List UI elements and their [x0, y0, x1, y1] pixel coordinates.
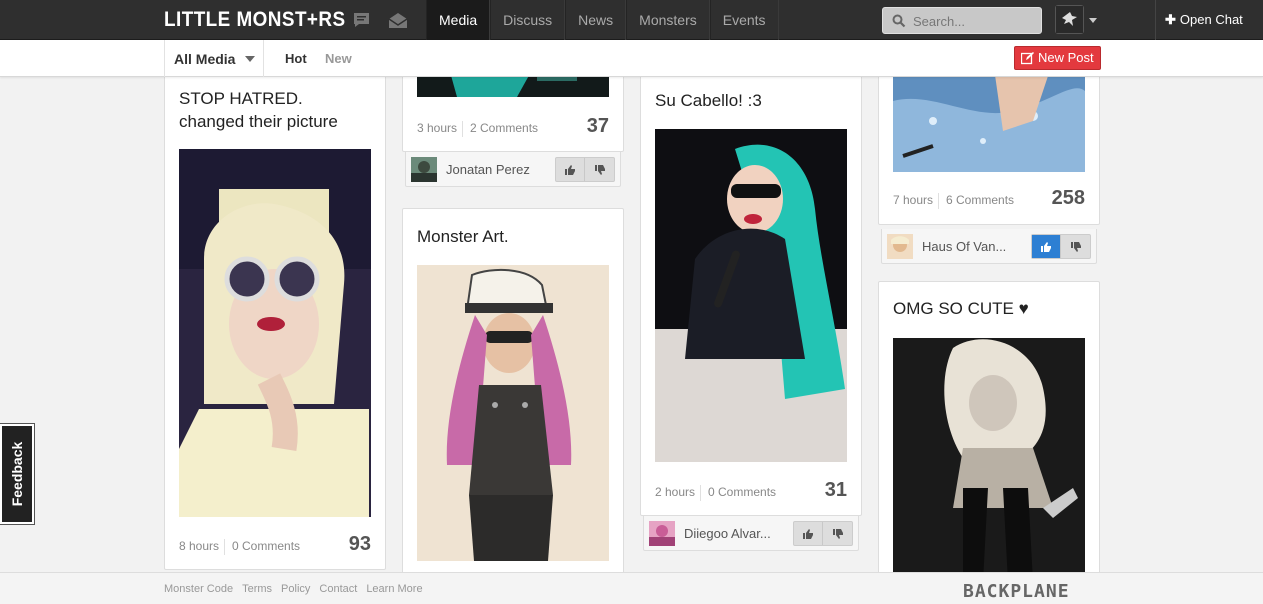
footer: Monster Code Terms Policy Contact Learn …: [0, 572, 1263, 604]
post-image[interactable]: [179, 149, 371, 517]
post-title[interactable]: OMG SO CUTE ♥: [893, 297, 1029, 320]
main-nav: Media Discuss News Monsters Events: [426, 0, 779, 40]
media-filter-dropdown[interactable]: All Media: [164, 40, 264, 77]
post-author-bar: Diiegoo Alvar...: [643, 516, 859, 551]
post-score: 93: [348, 533, 371, 555]
search-input[interactable]: [913, 12, 1033, 30]
new-post-button[interactable]: New Post: [1014, 46, 1101, 70]
post-meta: 3 hours 2 Comments 37: [417, 115, 609, 139]
post-comments[interactable]: 0 Comments: [708, 485, 776, 499]
user-avatar-button[interactable]: [1055, 5, 1084, 34]
post-comments[interactable]: 2 Comments: [470, 121, 538, 135]
post-time: 7 hours: [893, 193, 940, 209]
tab-new[interactable]: New: [325, 51, 352, 66]
post-comments[interactable]: 0 Comments: [232, 539, 300, 553]
open-chat-button[interactable]: ✚ Open Chat: [1155, 0, 1263, 40]
search-icon: [892, 14, 906, 28]
post-meta: 2 hours 0 Comments 31: [655, 479, 847, 503]
post-card[interactable]: Su Cabello! :3 2 hours 0 Comments 31: [640, 70, 862, 516]
footer-link-policy[interactable]: Policy: [281, 583, 310, 595]
caret-down-icon: [245, 56, 255, 62]
post-image[interactable]: [893, 61, 1085, 172]
thumbs-up-icon[interactable]: [794, 522, 824, 545]
search-box[interactable]: [882, 7, 1042, 34]
footer-link-contact[interactable]: Contact: [319, 583, 357, 595]
post-author-bar: Jonatan Perez: [405, 152, 621, 187]
top-navigation-bar: LITTLE MONST+RS Media Discuss News Monst…: [0, 0, 1263, 40]
post-time: 3 hours: [417, 121, 464, 137]
post-score: 31: [824, 479, 847, 501]
post-card[interactable]: STOP HATRED. changed their picture 8 hou…: [164, 70, 386, 570]
footer-link-learn-more[interactable]: Learn More: [366, 583, 422, 595]
open-chat-label: Open Chat: [1179, 12, 1243, 27]
post-card[interactable]: Monster Art.: [402, 208, 624, 588]
backplane-logo[interactable]: BACKPLANE: [963, 581, 1070, 602]
post-card[interactable]: OMG SO CUTE ♥: [878, 281, 1100, 581]
post-score: 258: [1051, 187, 1085, 209]
nav-news[interactable]: News: [565, 0, 627, 40]
post-author-bar: Haus Of Van...: [881, 229, 1097, 264]
media-filter-label: All Media: [174, 51, 236, 67]
vote-buttons: [1031, 234, 1091, 259]
thumbs-up-icon[interactable]: [556, 158, 586, 181]
thumbs-down-icon[interactable]: [1061, 235, 1090, 258]
mail-icon[interactable]: [388, 11, 408, 29]
user-avatar: [1056, 6, 1083, 33]
post-image[interactable]: [893, 338, 1085, 580]
footer-link-monster-code[interactable]: Monster Code: [164, 583, 233, 595]
footer-links: Monster Code Terms Policy Contact Learn …: [164, 583, 423, 595]
media-toolbar: All Media Hot New New Post: [0, 40, 1263, 77]
footer-link-terms[interactable]: Terms: [242, 583, 272, 595]
avatar[interactable]: [411, 157, 437, 182]
author-name[interactable]: Jonatan Perez: [446, 162, 536, 177]
nav-events[interactable]: Events: [709, 0, 779, 40]
edit-icon: [1021, 52, 1034, 65]
post-meta: 7 hours 6 Comments 258: [893, 187, 1085, 211]
feedback-label: Feedback: [9, 441, 25, 507]
post-image[interactable]: [417, 265, 609, 561]
author-name[interactable]: Diiegoo Alvar...: [684, 526, 774, 541]
nav-discuss[interactable]: Discuss: [490, 0, 566, 40]
post-score: 37: [586, 115, 609, 137]
post-time: 2 hours: [655, 485, 702, 501]
thumbs-up-icon[interactable]: [1032, 235, 1062, 258]
author-name[interactable]: Haus Of Van...: [922, 239, 1012, 254]
chevron-down-icon[interactable]: [1089, 18, 1097, 23]
plus-icon: ✚: [1165, 12, 1176, 27]
nav-media[interactable]: Media: [426, 0, 491, 40]
chat-bubble-icon[interactable]: [352, 11, 372, 29]
avatar[interactable]: [649, 521, 675, 546]
thumbs-down-icon[interactable]: [585, 158, 614, 181]
post-card[interactable]: 7 hours 6 Comments 258: [878, 60, 1100, 225]
vote-buttons: [555, 157, 615, 182]
post-image[interactable]: [655, 129, 847, 462]
site-logo[interactable]: LITTLE MONST+RS: [164, 8, 346, 32]
post-title[interactable]: Monster Art.: [417, 225, 509, 248]
feedback-tab[interactable]: Feedback: [0, 423, 35, 525]
tab-hot[interactable]: Hot: [285, 51, 307, 66]
post-comments[interactable]: 6 Comments: [946, 193, 1014, 207]
post-meta: 8 hours 0 Comments 93: [179, 533, 371, 557]
post-time: 8 hours: [179, 539, 226, 555]
nav-monsters[interactable]: Monsters: [626, 0, 710, 40]
post-title[interactable]: STOP HATRED. changed their picture: [179, 87, 369, 133]
avatar[interactable]: [887, 234, 913, 259]
new-post-label: New Post: [1038, 50, 1094, 65]
post-title[interactable]: Su Cabello! :3: [655, 89, 762, 112]
vote-buttons: [793, 521, 853, 546]
thumbs-down-icon[interactable]: [823, 522, 852, 545]
